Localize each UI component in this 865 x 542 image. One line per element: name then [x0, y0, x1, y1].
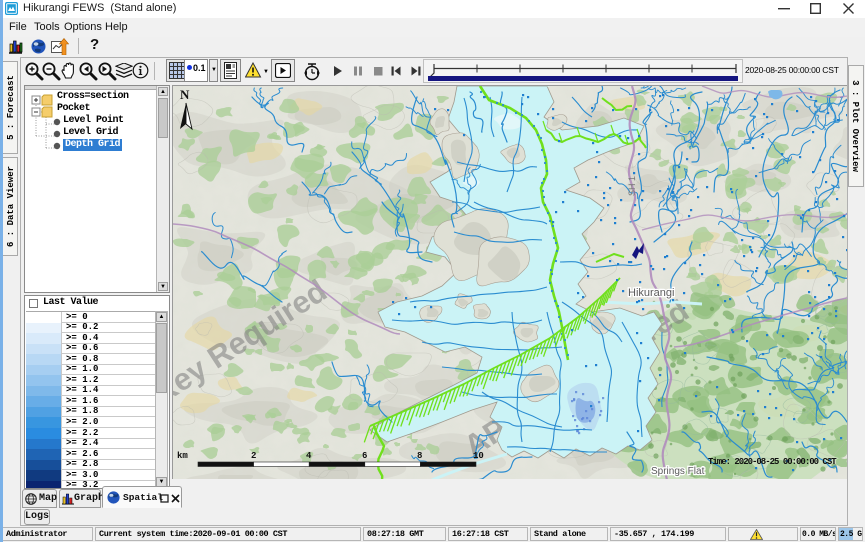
- svg-text:6: 6: [362, 451, 367, 461]
- svg-text:3 : Plot Overview: 3 : Plot Overview: [850, 80, 860, 172]
- svg-text:SH 1: SH 1: [627, 176, 637, 196]
- svg-text:N: N: [180, 87, 190, 102]
- svg-text:km: km: [177, 451, 188, 461]
- svg-text:2: 2: [251, 451, 256, 461]
- svg-text:Hikurangi: Hikurangi: [628, 287, 674, 299]
- svg-text:6 : Data Viewer: 6 : Data Viewer: [6, 166, 16, 247]
- svg-text:8: 8: [417, 451, 422, 461]
- svg-text:Time: 2020-08-25 00:00:00 CST: Time: 2020-08-25 00:00:00 CST: [708, 457, 837, 467]
- svg-text:5 : Forecast: 5 : Forecast: [6, 75, 16, 140]
- svg-text:4: 4: [306, 451, 312, 461]
- svg-text:Springs Flat: Springs Flat: [651, 466, 705, 477]
- svg-text:10: 10: [473, 451, 484, 461]
